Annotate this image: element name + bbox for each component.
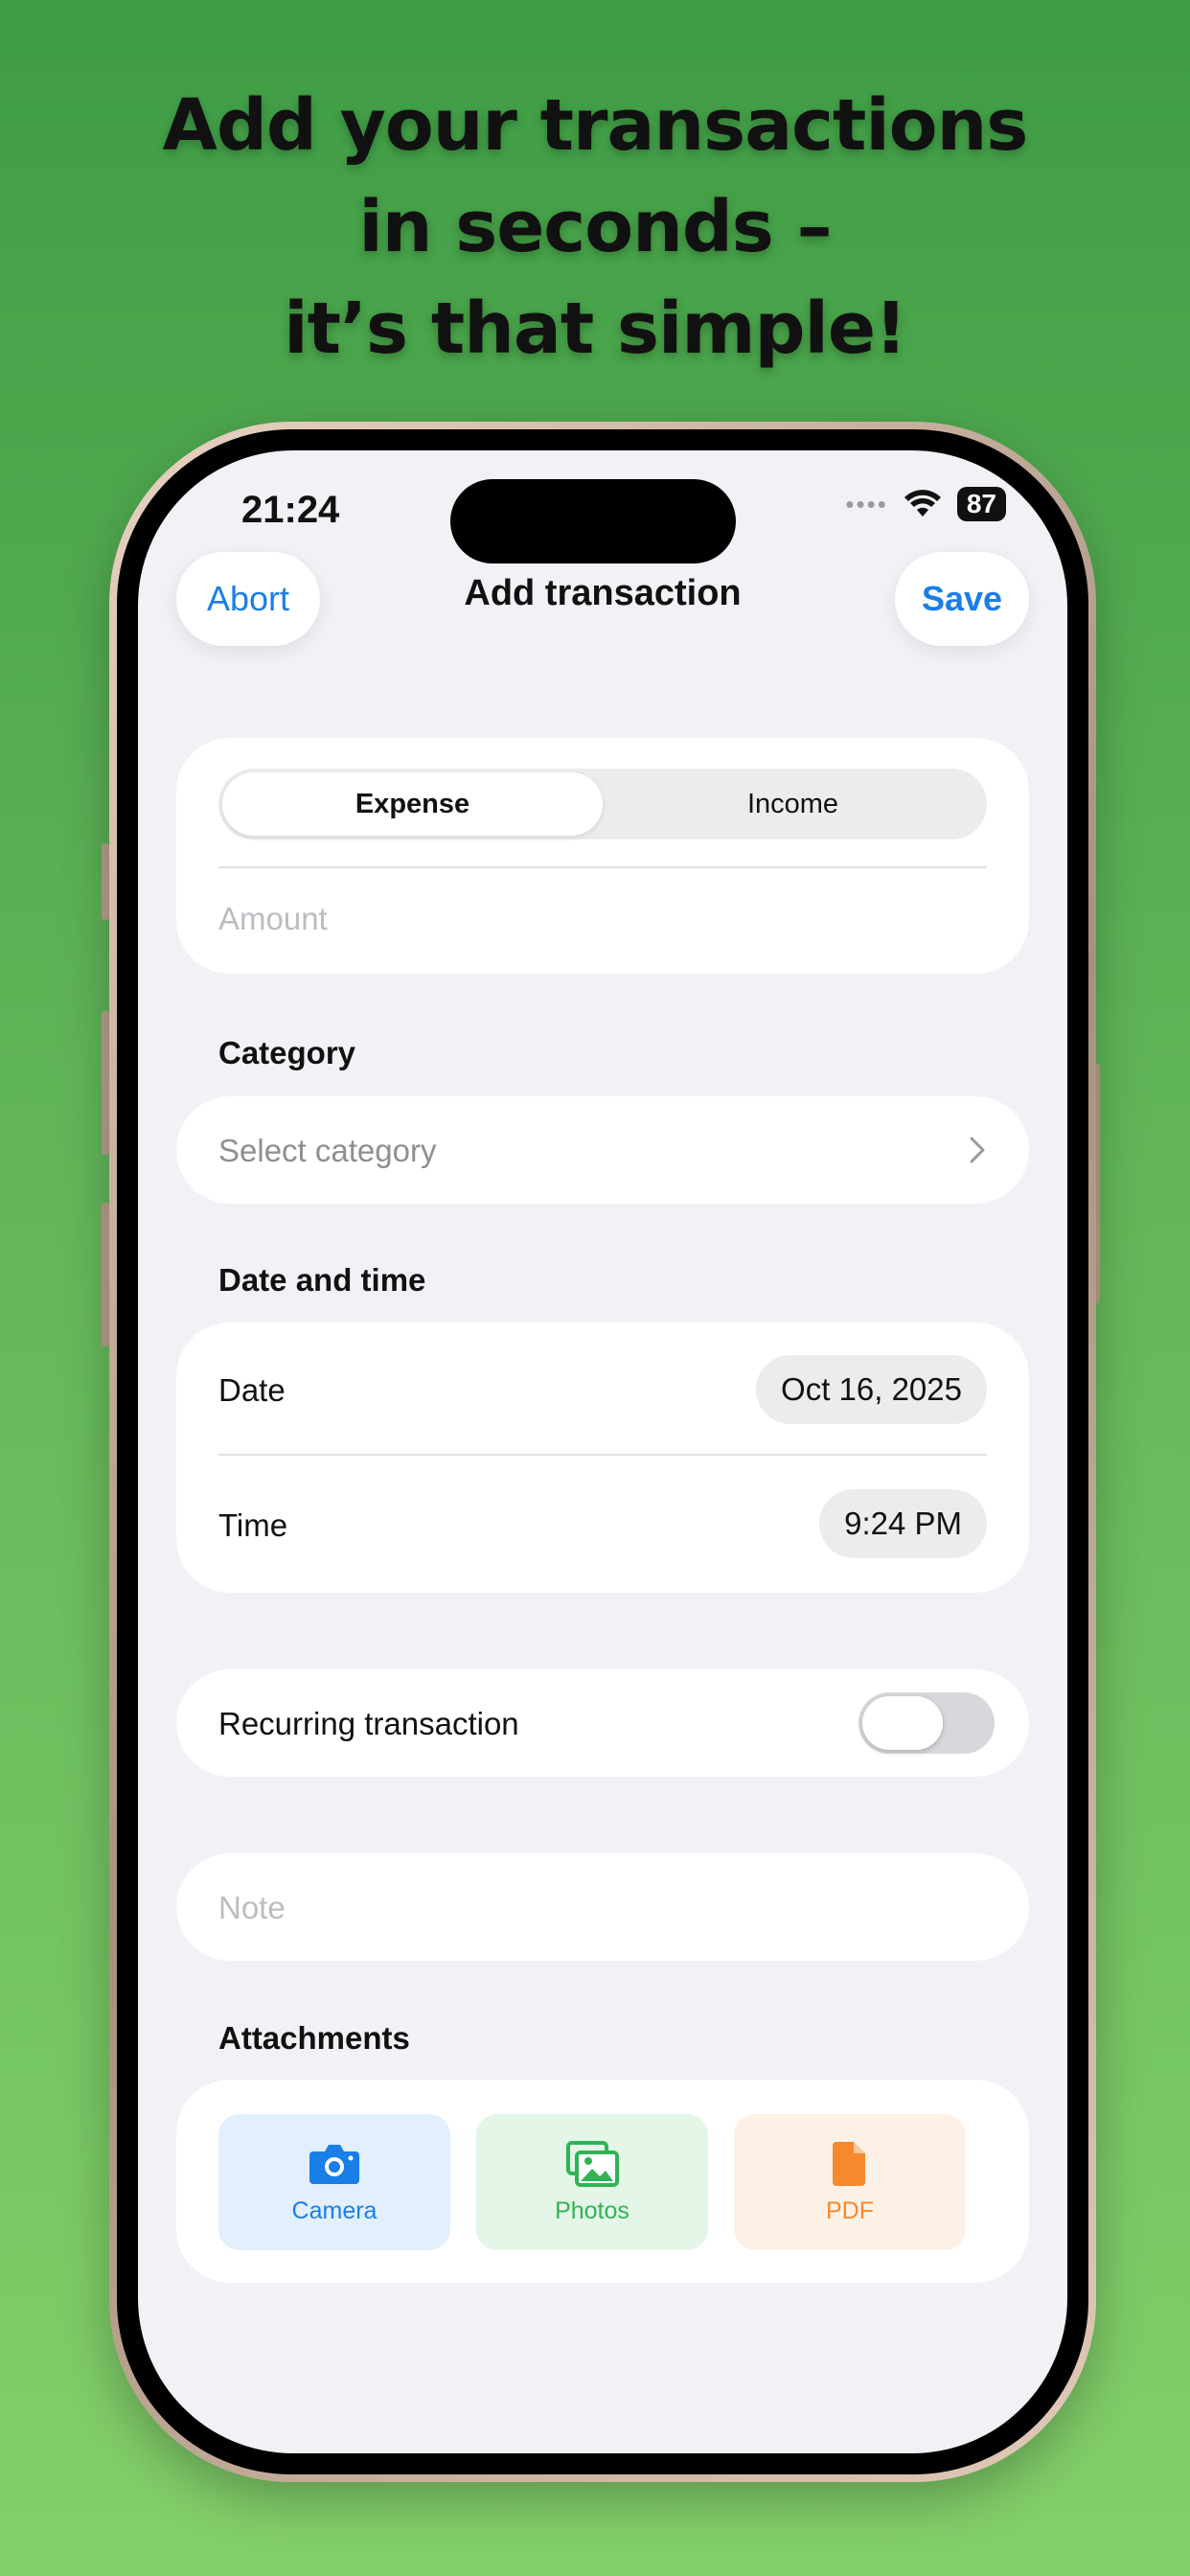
chevron-right-icon [970,1137,985,1163]
category-placeholder: Select category [218,1133,437,1168]
category-select[interactable]: Select category [176,1096,1029,1204]
pdf-label: PDF [826,2196,874,2224]
photos-label: Photos [555,2196,629,2224]
wifi-icon [904,490,941,517]
segment-expense[interactable]: Expense [222,772,603,836]
volume-up-button [102,1011,109,1155]
transaction-type-segment: Expense Income [218,769,987,840]
divider [218,1454,987,1456]
app-screen: 21:24 •••• 87 Abort Add transaction Save… [138,450,1067,2453]
pdf-icon [833,2141,865,2186]
attachments-section-label: Attachments [218,2020,410,2056]
camera-icon [309,2144,359,2184]
cellular-icon: •••• [845,489,888,518]
phone-frame: 21:24 •••• 87 Abort Add transaction Save… [109,422,1096,2482]
recurring-card: Recurring transaction [176,1669,1029,1777]
save-button[interactable]: Save [895,552,1029,646]
camera-button[interactable]: Camera [218,2114,450,2250]
note-card: Note [176,1853,1029,1961]
date-picker[interactable]: Oct 16, 2025 [756,1355,987,1424]
divider [218,866,987,868]
pdf-button[interactable]: PDF [734,2114,966,2250]
category-section-label: Category [218,1035,356,1070]
amount-card: Expense Income Amount [176,738,1029,974]
dynamic-island [450,479,736,564]
camera-label: Camera [291,2196,378,2224]
headline-line-3: it’s that simple! [284,288,907,370]
toggle-knob [862,1696,943,1750]
phone-bezel: 21:24 •••• 87 Abort Add transaction Save… [117,429,1088,2474]
segment-income[interactable]: Income [603,772,983,836]
datetime-section-label: Date and time [218,1262,426,1298]
time-label: Time [218,1507,288,1543]
action-button [102,843,109,920]
promo-headline: Add your transactions in seconds – it’s … [0,75,1190,380]
datetime-card: Date Oct 16, 2025 Time 9:24 PM [176,1322,1029,1593]
status-time: 21:24 [241,489,340,531]
headline-line-1: Add your transactions [162,84,1029,167]
amount-input[interactable]: Amount [218,901,328,937]
note-input[interactable]: Note [218,1890,286,1926]
photos-icon [566,2140,619,2187]
battery-indicator: 87 [956,487,1006,521]
time-picker[interactable]: 9:24 PM [819,1489,987,1558]
headline-line-2: in seconds – [358,186,832,268]
attachments-card: Camera Photos PDF [176,2080,1029,2283]
volume-down-button [102,1203,109,1346]
status-indicators: •••• 87 [845,487,1006,521]
photos-button[interactable]: Photos [476,2114,708,2250]
recurring-label: Recurring transaction [218,1706,519,1741]
recurring-toggle[interactable] [858,1692,995,1754]
date-label: Date [218,1372,286,1408]
